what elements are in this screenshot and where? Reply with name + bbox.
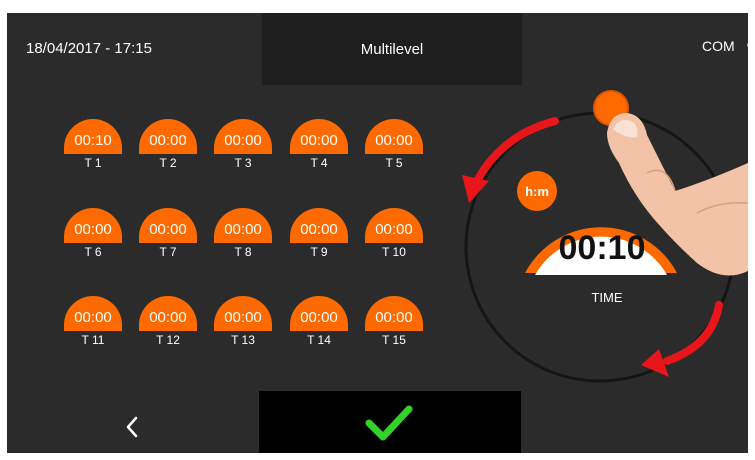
timer-value: 00:00 [365, 119, 423, 154]
time-caption: TIME [591, 290, 623, 305]
timer-tile[interactable]: 00:00 T 11 [64, 296, 122, 347]
touch-screen: 18/04/2017 - 17:15 Multilevel COM 00:10 T… [7, 13, 748, 453]
timer-tile[interactable]: 00:00 T 6 [64, 208, 122, 259]
timer-value: 00:00 [365, 208, 423, 243]
timer-label: T 2 [159, 156, 177, 170]
timer-label: T 4 [310, 156, 328, 170]
dial-knob[interactable] [593, 90, 629, 126]
rotate-right-arrow-icon [641, 301, 723, 377]
timer-tile[interactable]: 00:00 T 7 [139, 208, 197, 259]
timer-value: 00:00 [214, 208, 272, 243]
page-title-box: Multilevel [262, 13, 522, 85]
back-button[interactable] [112, 408, 152, 448]
timer-label: T 12 [156, 333, 180, 347]
timer-tile[interactable]: 00:00 T 8 [214, 208, 272, 259]
timer-tile[interactable]: 00:00 T 12 [139, 296, 197, 347]
timer-tile[interactable]: 00:00 T 2 [139, 119, 197, 170]
timer-value: 00:00 [64, 296, 122, 331]
timer-label: T 15 [382, 333, 406, 347]
datetime-display: 18/04/2017 - 17:15 [26, 40, 152, 57]
page-title: Multilevel [360, 40, 424, 58]
timer-tile[interactable]: 00:00 T 5 [365, 119, 423, 170]
timer-value: 00:00 [365, 296, 423, 331]
timer-label: T 7 [159, 245, 177, 259]
timer-tile[interactable]: 00:10 T 1 [64, 119, 122, 170]
timer-label: T 6 [84, 245, 102, 259]
timer-value: 00:00 [290, 119, 348, 154]
time-unit-badge[interactable]: h:m [517, 171, 557, 211]
timer-value: 00:00 [139, 296, 197, 331]
timer-label: T 1 [84, 156, 102, 170]
timer-label: T 8 [234, 245, 252, 259]
timer-value: 00:10 [64, 119, 122, 154]
checkmark-icon [365, 405, 413, 441]
timer-value: 00:00 [214, 119, 272, 154]
timer-tile[interactable]: 00:00 T 14 [290, 296, 348, 347]
timer-value: 00:00 [139, 119, 197, 154]
com-status-label: COM [702, 38, 735, 54]
timer-tile[interactable]: 00:00 T 13 [214, 296, 272, 347]
timer-value: 00:00 [64, 208, 122, 243]
timer-label: T 13 [231, 333, 255, 347]
chevron-left-icon [126, 416, 138, 438]
timer-tile[interactable]: 00:00 T 4 [290, 119, 348, 170]
timer-label: T 5 [385, 156, 403, 170]
timer-value: 00:00 [139, 208, 197, 243]
timer-tile[interactable]: 00:00 T 10 [365, 208, 423, 259]
time-value-readout: 00:10 [558, 229, 646, 267]
timer-value: 00:00 [214, 296, 272, 331]
timer-label: T 10 [382, 245, 406, 259]
timer-label: T 9 [310, 245, 328, 259]
timer-label: T 3 [234, 156, 252, 170]
timer-tile[interactable]: 00:00 T 3 [214, 119, 272, 170]
timer-tile[interactable]: 00:00 T 15 [365, 296, 423, 347]
timer-value: 00:00 [290, 296, 348, 331]
confirm-button[interactable] [259, 391, 521, 453]
com-status-indicator [747, 42, 748, 48]
timer-label: T 11 [81, 333, 105, 347]
timer-tile[interactable]: 00:00 T 9 [290, 208, 348, 259]
timer-value: 00:00 [290, 208, 348, 243]
timer-label: T 14 [307, 333, 331, 347]
